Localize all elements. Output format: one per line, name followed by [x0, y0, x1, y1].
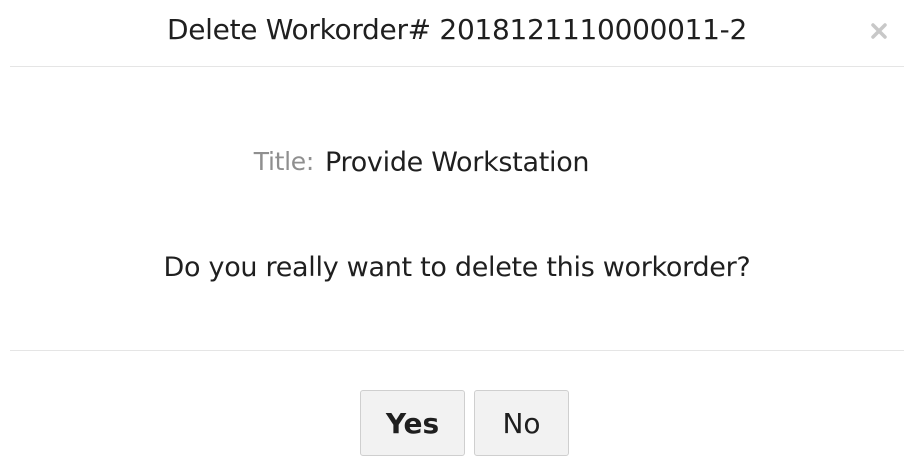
dialog-footer: Yes No [0, 351, 904, 456]
no-button[interactable]: No [474, 390, 569, 456]
delete-workorder-dialog: Delete Workorder# 2018121110000011-2 Tit… [0, 0, 904, 456]
title-field-label: Title: [253, 147, 315, 176]
confirmation-question: Do you really want to delete this workor… [163, 252, 751, 283]
close-icon-svg [871, 23, 887, 39]
dialog-title: Delete Workorder# 2018121110000011-2 [167, 13, 747, 46]
close-icon[interactable] [868, 20, 890, 42]
yes-button[interactable]: Yes [360, 390, 465, 456]
dialog-header: Delete Workorder# 2018121110000011-2 [10, 0, 904, 67]
title-field-value: Provide Workstation [325, 147, 590, 178]
dialog-content: Title: Provide Workstation Do you really… [10, 66, 904, 351]
